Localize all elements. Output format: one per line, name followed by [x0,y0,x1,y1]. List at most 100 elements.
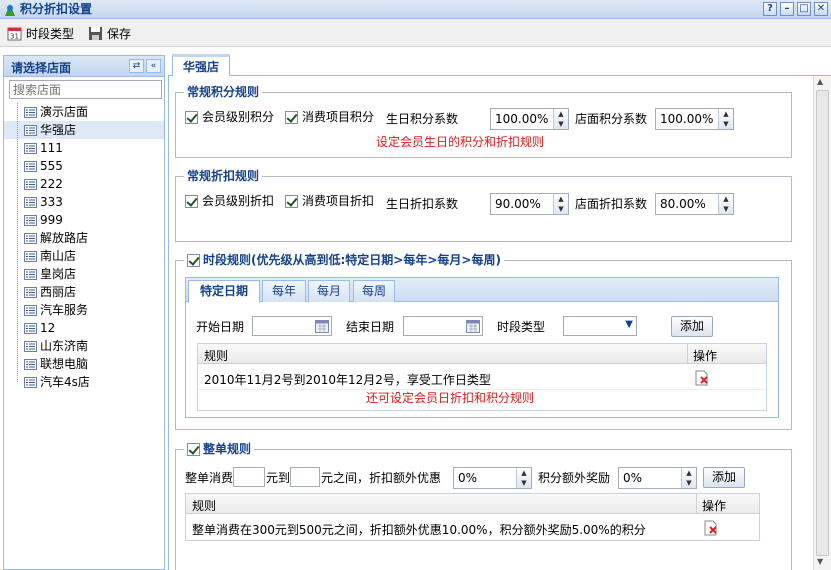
min-amount-input[interactable] [233,467,265,487]
tab-strip [168,50,831,76]
save-button[interactable]: 保存 [88,24,131,42]
item-discount-checkbox[interactable]: 消费项目折扣 [285,194,374,208]
spin-down-icon[interactable]: ▼ [686,479,691,487]
store-item[interactable]: 华强店 [4,121,164,139]
period-add-button[interactable]: 添加 [671,316,713,337]
checkbox-checked[interactable] [285,110,298,124]
period-type-button[interactable]: 31 时段类型 [7,24,74,42]
store-icon [24,359,37,370]
whole-add-button[interactable]: 添加 [703,467,745,488]
window-titlebar: 积分折扣设置 ? – □ ✕ [0,0,831,19]
scroll-thumb[interactable] [816,90,829,556]
spin-up-icon[interactable]: ▲ [723,195,728,203]
whole-order-legend[interactable]: 整单规则 [184,442,255,456]
chevron-down-icon[interactable]: ▼ [625,319,633,330]
store-label: 解放路店 [40,231,89,245]
spin-up-icon[interactable]: ▲ [521,469,526,477]
item-points-checkbox[interactable]: 消费项目积分 [285,110,374,124]
bonus-points-value[interactable]: 0% [619,468,681,488]
store-icon [24,251,37,262]
store-icon [24,125,37,136]
checkbox-checked[interactable] [187,253,200,267]
spin-down-icon[interactable]: ▼ [558,120,563,128]
subtab-specific-date[interactable]: 特定日期 [188,280,260,303]
close-button[interactable]: ✕ [814,2,828,16]
store-item[interactable]: 汽车4s店 [4,373,164,391]
store-item[interactable]: 999 [4,211,164,229]
help-button[interactable]: ? [763,2,777,16]
minimize-button[interactable]: – [780,2,794,16]
checkbox-checked[interactable] [187,442,200,456]
scroll-up-icon[interactable]: ▲ [817,77,823,86]
item-discount-label: 消费项目折扣 [302,194,375,208]
checkbox-checked[interactable] [185,110,198,124]
spin-down-icon[interactable]: ▼ [558,205,563,213]
calendar-icon[interactable] [315,320,329,333]
birthday-discount-value[interactable]: 90.00% [491,194,553,214]
birthday-discount-label: 生日折扣系数 [386,197,459,211]
period-note: 还可设定会员日折扣和积分规则 [366,391,535,405]
birthday-points-value[interactable]: 100.00% [491,109,553,129]
collapse-icon[interactable]: « [146,59,161,73]
member-level-discount-checkbox[interactable]: 会员级别折扣 [185,194,274,208]
bonus-points-spinner[interactable]: 0% ▲ ▼ [618,467,697,489]
refresh-icon[interactable]: ⇄ [129,59,144,73]
vertical-scrollbar[interactable]: ▲ ▼ [813,76,831,570]
period-type-select[interactable]: ▼ [563,316,637,336]
spin-up-icon[interactable]: ▲ [686,469,691,477]
spin-down-icon[interactable]: ▼ [723,120,728,128]
store-search-input[interactable] [9,80,162,99]
store-item[interactable]: 解放路店 [4,229,164,247]
store-item[interactable]: 汽车服务 [4,301,164,319]
spin-down-icon[interactable]: ▼ [521,479,526,487]
store-points-spinner[interactable]: 100.00% ▲ ▼ [655,108,734,130]
extra-discount-spinner[interactable]: 0% ▲ ▼ [453,467,532,489]
store-item[interactable]: 西丽店 [4,283,164,301]
store-discount-spinner[interactable]: 80.00% ▲ ▼ [655,193,734,215]
spin-up-icon[interactable]: ▲ [558,110,563,118]
store-label: 333 [40,195,63,209]
spin-up-icon[interactable]: ▲ [723,110,728,118]
tab-store[interactable]: 华强店 [172,54,230,77]
store-item[interactable]: 演示店面 [4,103,164,121]
max-amount-input[interactable] [290,467,320,487]
store-label: 汽车4s店 [40,375,90,389]
member-level-discount-label: 会员级别折扣 [202,194,275,208]
maximize-button[interactable]: □ [797,2,811,16]
store-label: 皇岗店 [40,267,77,281]
delete-icon[interactable] [703,520,719,536]
birthday-discount-spinner[interactable]: 90.00% ▲ ▼ [490,193,569,215]
calendar-icon[interactable] [466,320,480,333]
birthday-points-spinner[interactable]: 100.00% ▲ ▼ [490,108,569,130]
delete-icon[interactable] [694,370,710,386]
store-item[interactable]: 山东济南 [4,337,164,355]
start-date-input[interactable] [252,316,332,336]
end-date-input[interactable] [403,316,483,336]
store-item[interactable]: 12 [4,319,164,337]
store-icon [24,305,37,316]
subtab-monthly[interactable]: 每月 [308,280,350,302]
scroll-down-icon[interactable]: ▼ [817,557,823,566]
subtab-weekly[interactable]: 每周 [353,280,395,302]
store-item[interactable]: 111 [4,139,164,157]
checkbox-checked[interactable] [285,194,298,208]
store-discount-value[interactable]: 80.00% [656,194,718,214]
save-icon [88,26,103,41]
store-item[interactable]: 333 [4,193,164,211]
birthday-points-label: 生日积分系数 [386,112,459,126]
member-level-points-checkbox[interactable]: 会员级别积分 [185,110,274,124]
table-row[interactable]: 整单消费在300元到500元之间，折扣额外优惠10.00%，积分额外奖励5.00… [186,515,759,540]
store-item[interactable]: 联想电脑 [4,355,164,373]
store-points-value[interactable]: 100.00% [656,109,718,129]
spin-up-icon[interactable]: ▲ [558,195,563,203]
period-rules-legend[interactable]: 时段规则(优先级从高到低:特定日期>每年>每月>每周) [184,253,504,267]
extra-discount-value[interactable]: 0% [454,468,516,488]
spin-down-icon[interactable]: ▼ [723,205,728,213]
table-row[interactable]: 2010年11月2号到2010年12月2号，享受工作日类型 [198,365,766,390]
store-item[interactable]: 皇岗店 [4,265,164,283]
checkbox-checked[interactable] [185,194,198,208]
subtab-yearly[interactable]: 每年 [262,280,306,302]
store-item[interactable]: 222 [4,175,164,193]
store-item[interactable]: 南山店 [4,247,164,265]
store-item[interactable]: 555 [4,157,164,175]
